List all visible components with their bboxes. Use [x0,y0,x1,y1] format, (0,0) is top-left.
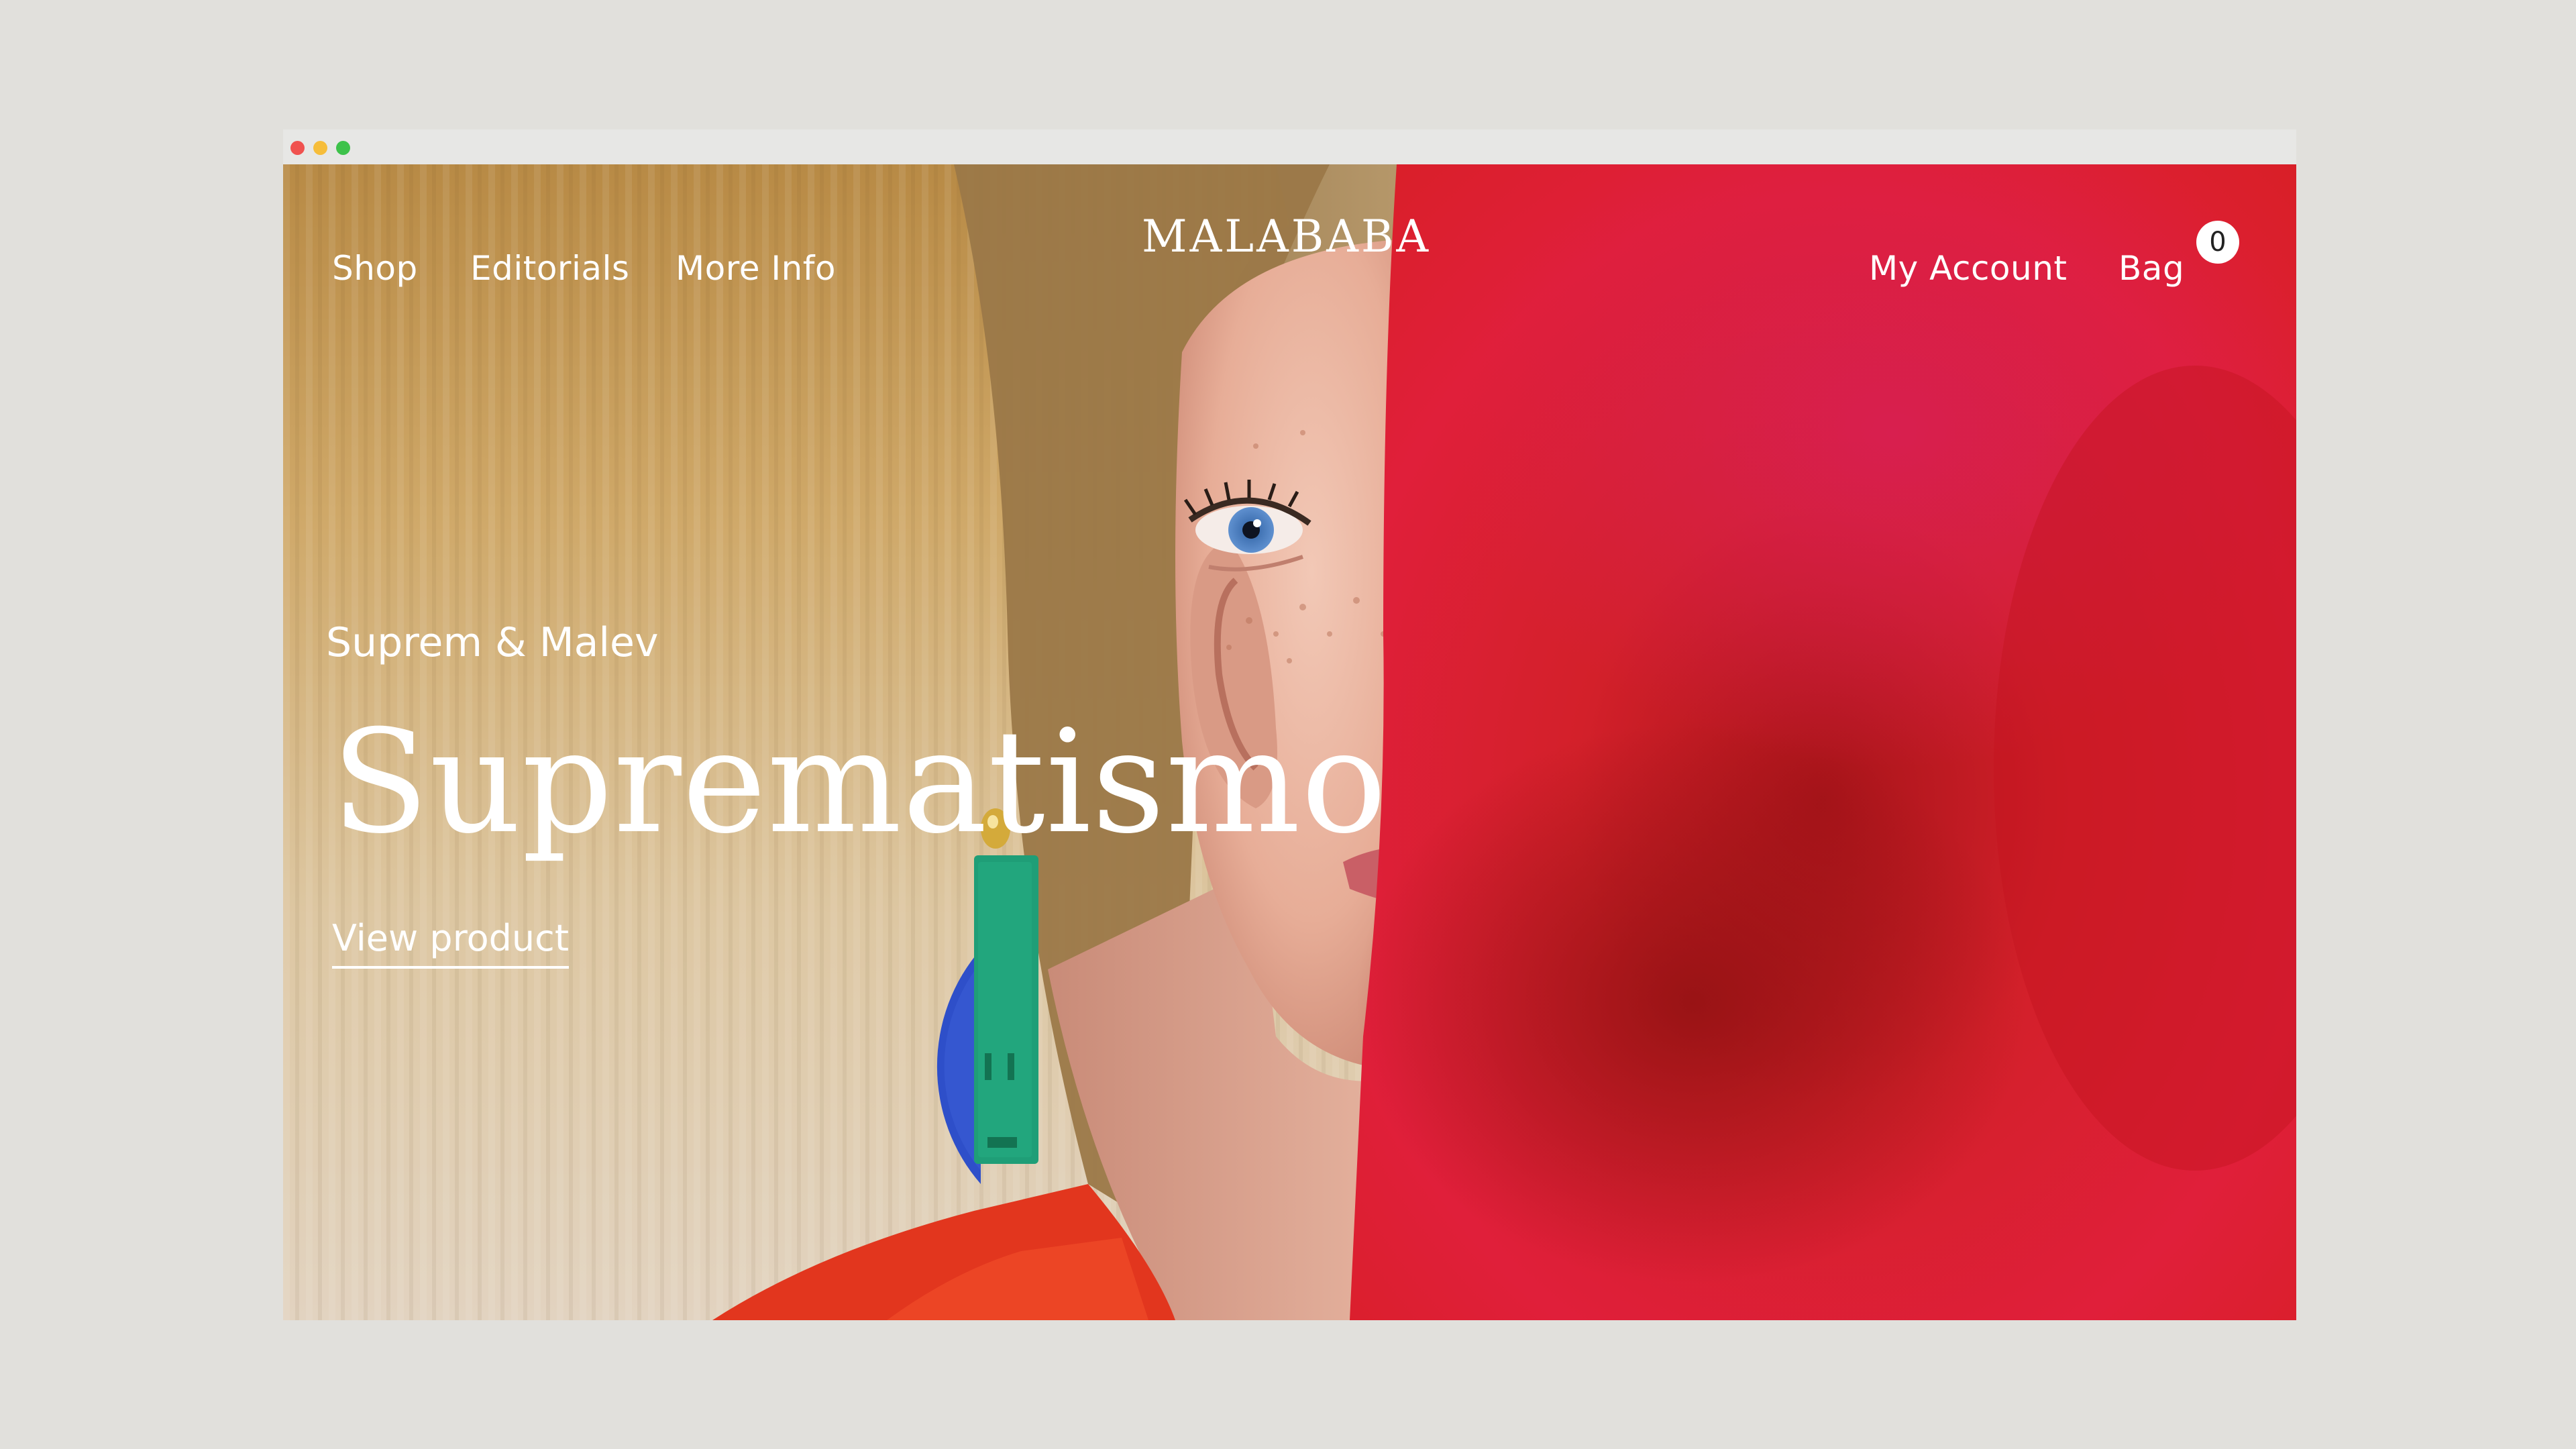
maximize-window-button[interactable] [336,141,350,155]
nav-editorials-link[interactable]: Editorials [470,252,629,285]
hero-image [283,164,2296,1320]
hero-section: Shop Editorials More Info My Account Bag [283,164,2296,1320]
browser-window: Shop Editorials More Info My Account Bag [283,129,2296,1320]
my-account-link[interactable]: My Account [1869,252,2068,285]
nav-shop-link[interactable]: Shop [332,252,418,285]
bag-count-badge[interactable]: 0 [2196,221,2239,264]
nav-more-info-link[interactable]: More Info [676,252,836,285]
view-product-link[interactable]: View product [332,920,570,969]
minimize-window-button[interactable] [313,141,327,155]
browser-chrome-bar [283,129,2296,164]
site-logo[interactable]: MALABABA [1142,215,1431,259]
close-window-button[interactable] [290,141,305,155]
bag-link[interactable]: Bag [2118,252,2184,285]
